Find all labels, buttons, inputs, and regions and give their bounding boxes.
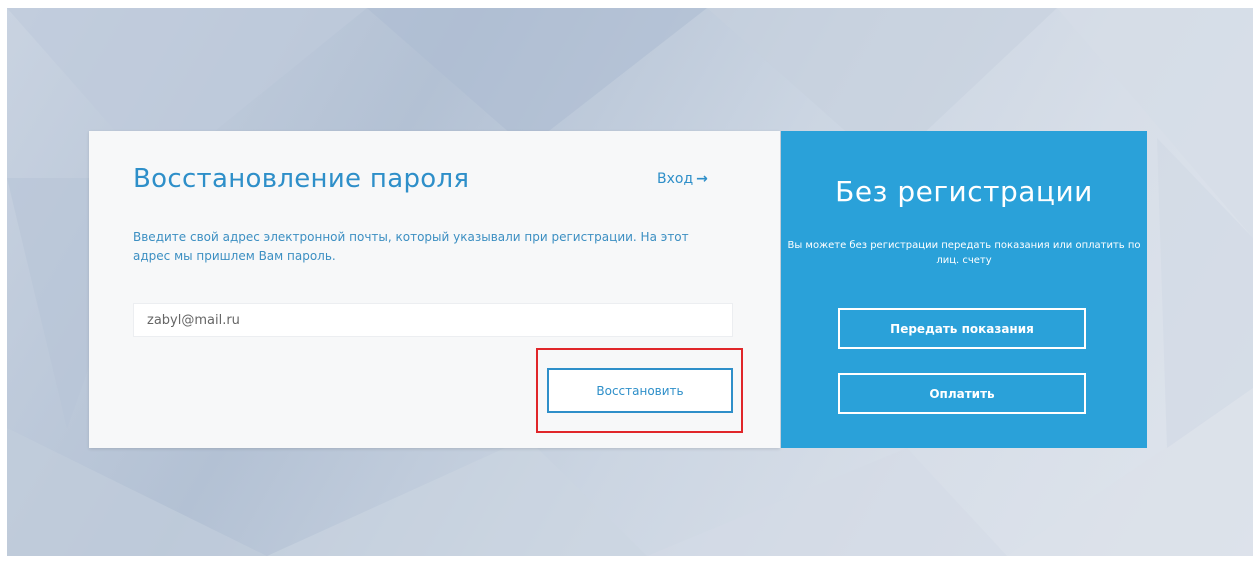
no-registration-text: Вы можете без регистрации передать показ… bbox=[787, 240, 1141, 266]
pay-button[interactable]: Оплатить bbox=[838, 373, 1086, 414]
no-registration-card: Без регистрации Вы можете без регистраци… bbox=[781, 131, 1147, 448]
submit-readings-button[interactable]: Передать показания bbox=[838, 308, 1086, 349]
password-recovery-card: Восстановление пароля Вход → Введите свой… bbox=[89, 131, 780, 448]
login-link[interactable]: Вход → bbox=[657, 171, 708, 187]
no-registration-title: Без регистрации bbox=[835, 175, 1093, 208]
instructions-text: Введите свой адрес электронной почты, ко… bbox=[133, 230, 689, 263]
page-title: Восстановление пароля bbox=[133, 164, 470, 194]
restore-button[interactable]: Восстановить bbox=[547, 368, 733, 413]
arrow-right-icon: → bbox=[696, 171, 708, 187]
email-field[interactable] bbox=[133, 303, 733, 337]
login-link-label: Вход bbox=[657, 171, 694, 187]
